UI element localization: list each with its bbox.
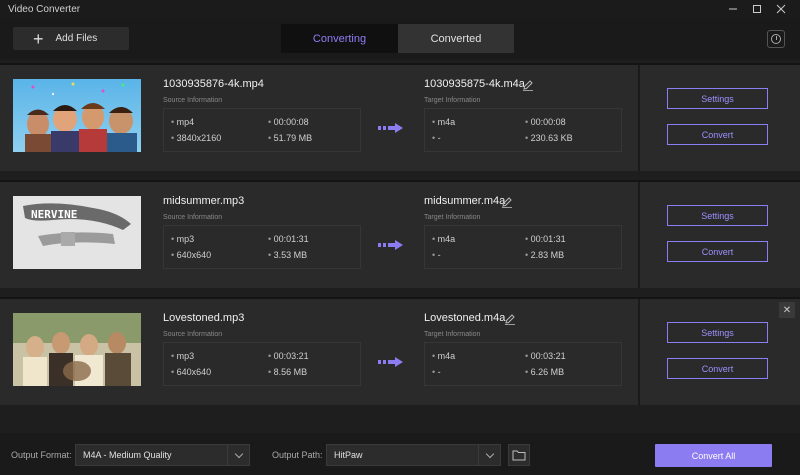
remove-item-icon[interactable]: ✕ — [779, 302, 795, 318]
target-size: 2.83 MB — [525, 250, 565, 260]
tab-converting[interactable]: Converting — [281, 24, 398, 53]
audio-thumbnail — [13, 313, 141, 386]
source-resolution: 640x640 — [171, 367, 212, 377]
tab-converted[interactable]: Converted — [398, 24, 514, 53]
target-format: m4a — [432, 351, 456, 361]
settings-button[interactable]: Settings — [667, 205, 768, 226]
target-duration: 00:03:21 — [525, 351, 566, 361]
source-file-name: midsummer.mp3 — [163, 195, 245, 207]
chevron-down-icon — [478, 445, 500, 465]
source-info-box: mp3 00:01:31 640x640 3.53 MB — [163, 225, 361, 269]
target-resolution: - — [432, 133, 441, 143]
output-path-select[interactable]: HitPaw — [326, 444, 501, 466]
source-file-name: 1030935876-4k.mp4 — [163, 78, 264, 90]
target-resolution: - — [432, 250, 441, 260]
plus-icon: + — [33, 28, 44, 49]
edit-icon[interactable] — [504, 313, 516, 325]
output-format-value: M4A - Medium Quality — [83, 450, 172, 460]
conversion-list: 1030935876-4k.mp4 Source Information mp4… — [0, 60, 800, 433]
settings-button[interactable]: Settings — [667, 322, 768, 343]
minimize-icon[interactable] — [721, 0, 745, 18]
audio-thumbnail: NERVINE — [13, 196, 141, 269]
edit-icon[interactable] — [501, 196, 513, 208]
source-info-label: Source Information — [163, 214, 223, 221]
folder-icon — [512, 450, 526, 461]
thumbnail-text: NERVINE — [31, 208, 77, 221]
source-file-name: Lovestoned.mp3 — [163, 312, 245, 324]
arrow-right-icon — [378, 123, 403, 133]
source-format: mp4 — [171, 117, 195, 127]
output-path-label: Output Path: — [272, 450, 323, 460]
source-info-label: Source Information — [163, 331, 223, 338]
list-item: 1030935876-4k.mp4 Source Information mp4… — [0, 63, 800, 171]
target-info-label: Target Information — [424, 214, 481, 221]
edit-icon[interactable] — [522, 79, 534, 91]
footer-bar: Output Format: M4A - Medium Quality Outp… — [0, 433, 800, 475]
source-size: 3.53 MB — [268, 250, 308, 260]
target-duration: 00:01:31 — [525, 234, 566, 244]
target-info-box: m4a 00:01:31 - 2.83 MB — [424, 225, 622, 269]
target-duration: 00:00:08 — [525, 117, 566, 127]
target-info-label: Target Information — [424, 97, 481, 104]
history-button[interactable] — [767, 30, 785, 48]
target-file-name: midsummer.m4a — [424, 195, 506, 207]
divider — [638, 299, 640, 405]
target-file-name: 1030935875-4k.m4a — [424, 78, 525, 90]
source-resolution: 640x640 — [171, 250, 212, 260]
target-resolution: - — [432, 367, 441, 377]
arrow-right-icon — [378, 357, 403, 367]
source-info-box: mp3 00:03:21 640x640 8.56 MB — [163, 342, 361, 386]
add-files-button[interactable]: + Add Files — [13, 27, 129, 50]
target-size: 230.63 KB — [525, 133, 573, 143]
close-icon[interactable] — [769, 0, 793, 18]
target-info-label: Target Information — [424, 331, 481, 338]
list-item: NERVINE midsummer.mp3 Source Information… — [0, 180, 800, 288]
chevron-down-icon — [227, 445, 249, 465]
toolbar: + Add Files Converting Converted — [0, 18, 800, 60]
convert-all-button[interactable]: Convert All — [655, 444, 772, 467]
title-bar: Video Converter — [0, 0, 800, 18]
target-format: m4a — [432, 117, 456, 127]
source-format: mp3 — [171, 234, 195, 244]
output-format-label: Output Format: — [11, 450, 72, 460]
open-folder-button[interactable] — [508, 444, 530, 466]
source-size: 51.79 MB — [268, 133, 313, 143]
source-duration: 00:00:08 — [268, 117, 309, 127]
convert-button[interactable]: Convert — [667, 124, 768, 145]
target-size: 6.26 MB — [525, 367, 565, 377]
target-info-box: m4a 00:00:08 - 230.63 KB — [424, 108, 622, 152]
divider — [638, 65, 640, 171]
source-info-box: mp4 00:00:08 3840x2160 51.79 MB — [163, 108, 361, 152]
source-duration: 00:03:21 — [268, 351, 309, 361]
target-info-box: m4a 00:03:21 - 6.26 MB — [424, 342, 622, 386]
source-format: mp3 — [171, 351, 195, 361]
source-duration: 00:01:31 — [268, 234, 309, 244]
divider — [638, 182, 640, 288]
add-files-label: Add Files — [55, 33, 98, 44]
target-format: m4a — [432, 234, 456, 244]
output-path-value: HitPaw — [334, 450, 363, 460]
window-title: Video Converter — [8, 3, 81, 15]
source-size: 8.56 MB — [268, 367, 308, 377]
maximize-icon[interactable] — [745, 0, 769, 18]
settings-button[interactable]: Settings — [667, 88, 768, 109]
source-resolution: 3840x2160 — [171, 133, 222, 143]
arrow-right-icon — [378, 240, 403, 250]
convert-button[interactable]: Convert — [667, 358, 768, 379]
clock-icon — [771, 34, 781, 44]
source-info-label: Source Information — [163, 97, 223, 104]
target-file-name: Lovestoned.m4a — [424, 312, 506, 324]
convert-button[interactable]: Convert — [667, 241, 768, 262]
list-item: Lovestoned.mp3 Source Information mp3 00… — [0, 297, 800, 405]
output-format-select[interactable]: M4A - Medium Quality — [75, 444, 250, 466]
video-thumbnail — [13, 79, 141, 152]
